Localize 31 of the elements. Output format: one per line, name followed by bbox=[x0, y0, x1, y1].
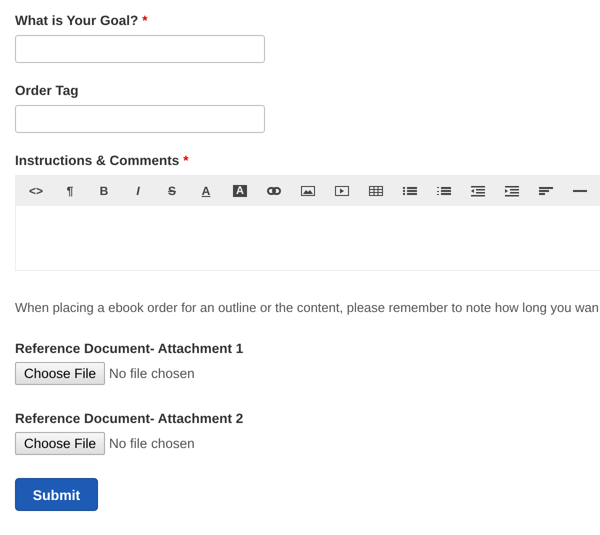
toolbar-button[interactable]: ¶ bbox=[53, 176, 87, 206]
font-color-button[interactable]: A bbox=[189, 176, 223, 206]
video-icon bbox=[335, 185, 349, 197]
indent-icon bbox=[505, 185, 519, 197]
choose-file-button[interactable]: Choose File bbox=[15, 362, 106, 385]
field-label: What is Your Goal? bbox=[15, 13, 138, 28]
outdent-icon bbox=[471, 185, 485, 197]
field-label: Reference Document- Attachment 1 bbox=[15, 341, 244, 356]
background-color-button[interactable]: A bbox=[223, 176, 257, 206]
align-left-icon bbox=[539, 185, 553, 197]
field-label: Instructions & Comments bbox=[15, 153, 180, 168]
field-label: Order Tag bbox=[15, 83, 79, 98]
strikethrough-button[interactable]: S bbox=[155, 176, 189, 206]
link-icon bbox=[267, 185, 281, 197]
file-status: No file chosen bbox=[109, 436, 195, 451]
submit-button[interactable]: Submit bbox=[15, 478, 98, 511]
file-status: No file chosen bbox=[109, 366, 195, 381]
text-input[interactable] bbox=[15, 35, 265, 63]
table-icon bbox=[369, 185, 383, 197]
choose-file-button[interactable]: Choose File bbox=[15, 432, 106, 455]
required-asterisk: * bbox=[183, 153, 189, 168]
image-icon bbox=[301, 185, 315, 197]
toolbar-button[interactable]: <> bbox=[19, 176, 53, 206]
text-input[interactable] bbox=[15, 105, 265, 133]
field-label: Reference Document- Attachment 2 bbox=[15, 411, 244, 426]
bold-button[interactable]: B bbox=[87, 176, 121, 206]
instruction-text: When placing a ebook order for an outline or the content, please remember to note how long you wan bbox=[15, 300, 600, 315]
numbered-list-icon bbox=[437, 185, 451, 197]
required-asterisk: * bbox=[142, 13, 148, 28]
bulleted-list-icon bbox=[403, 185, 417, 197]
italic-button[interactable]: I bbox=[121, 176, 155, 206]
